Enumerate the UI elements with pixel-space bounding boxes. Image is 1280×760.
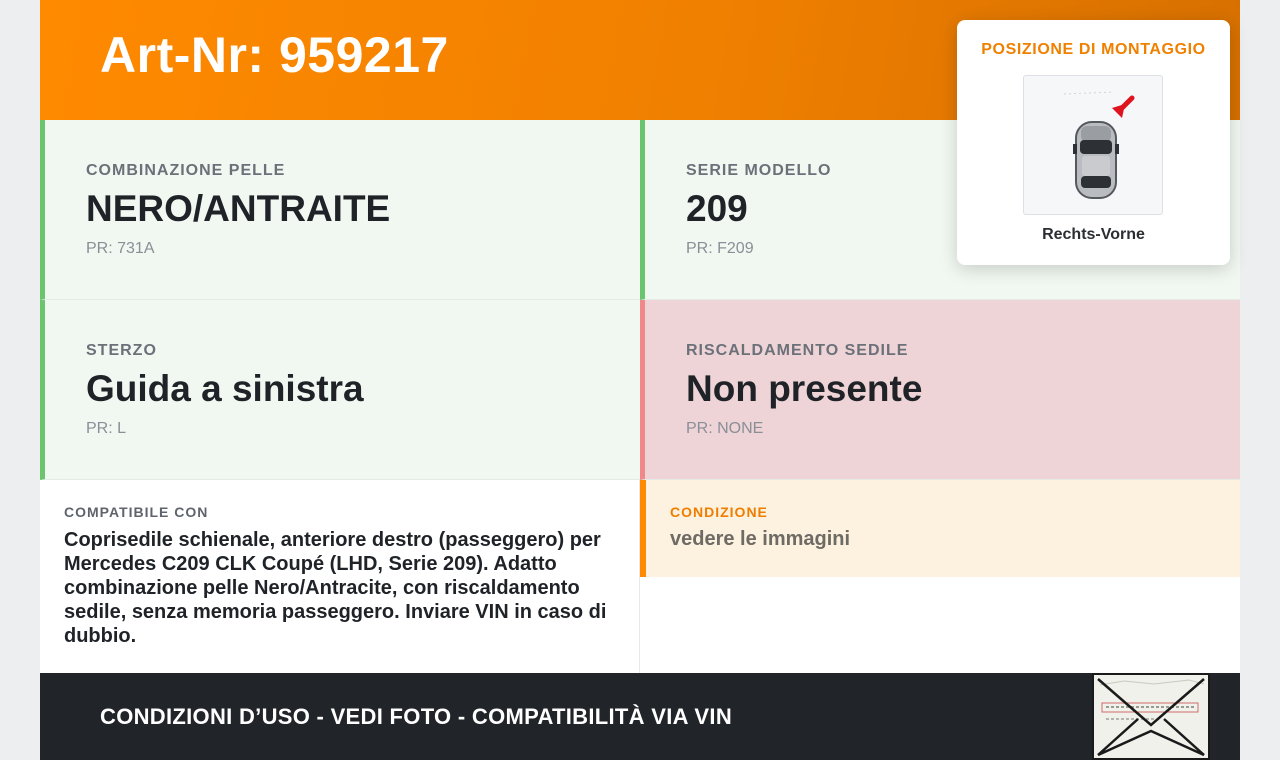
footer-bar: CONDIZIONI D’USO - VEDI FOTO - COMPATIBI… bbox=[40, 673, 1240, 760]
mounting-position-label: POSIZIONE DI MONTAGGIO bbox=[981, 41, 1206, 58]
tile-pr-code: PR: F209 bbox=[686, 240, 754, 257]
tile-value: NERO/ANTRAITE bbox=[86, 188, 391, 229]
tile-label: STERZO bbox=[86, 342, 157, 359]
tile-label: SERIE MODELLO bbox=[686, 162, 832, 179]
tile-label: RISCALDAMENTO SEDILE bbox=[686, 342, 909, 359]
compatibility-text: Coprisedile schienale, anteriore destro … bbox=[64, 529, 607, 647]
compatibility-section: COMPATIBILE CON Coprisedile schienale, a… bbox=[40, 480, 640, 673]
tile-pr-code: PR: L bbox=[86, 420, 127, 437]
tile-value: Guida a sinistra bbox=[86, 368, 364, 409]
car-top-view-icon bbox=[1023, 75, 1163, 215]
tile-leather-combination: COMBINAZIONE PELLE NERO/ANTRAITE PR: 731… bbox=[40, 120, 640, 300]
tile-seat-heating: RISCALDAMENTO SEDILE Non presente PR: NO… bbox=[640, 300, 1240, 480]
mounting-position-value: Rechts-Vorne bbox=[1042, 226, 1145, 243]
footer-text: CONDIZIONI D’USO - VEDI FOTO - COMPATIBI… bbox=[100, 704, 733, 729]
tile-pr-code: PR: 731A bbox=[86, 240, 155, 257]
article-number-title: Art-Nr: 959217 bbox=[100, 27, 449, 83]
tile-value: Non presente bbox=[686, 368, 923, 409]
tile-steering: STERZO Guida a sinistra PR: L bbox=[40, 300, 640, 480]
mounting-position-card: POSIZIONE DI MONTAGGIO Rechts-Vorne bbox=[957, 20, 1230, 265]
condition-label: CONDIZIONE bbox=[670, 504, 768, 520]
tile-label: COMBINAZIONE PELLE bbox=[86, 162, 286, 179]
tile-pr-code: PR: NONE bbox=[686, 420, 764, 437]
tile-value: 209 bbox=[686, 188, 748, 229]
compatibility-label: COMPATIBILE CON bbox=[64, 504, 209, 520]
condition-text: vedere le immagini bbox=[670, 528, 851, 550]
envelope-vin-stamp-icon bbox=[1092, 673, 1210, 760]
condition-section: CONDIZIONE vedere le immagini bbox=[640, 480, 1240, 577]
